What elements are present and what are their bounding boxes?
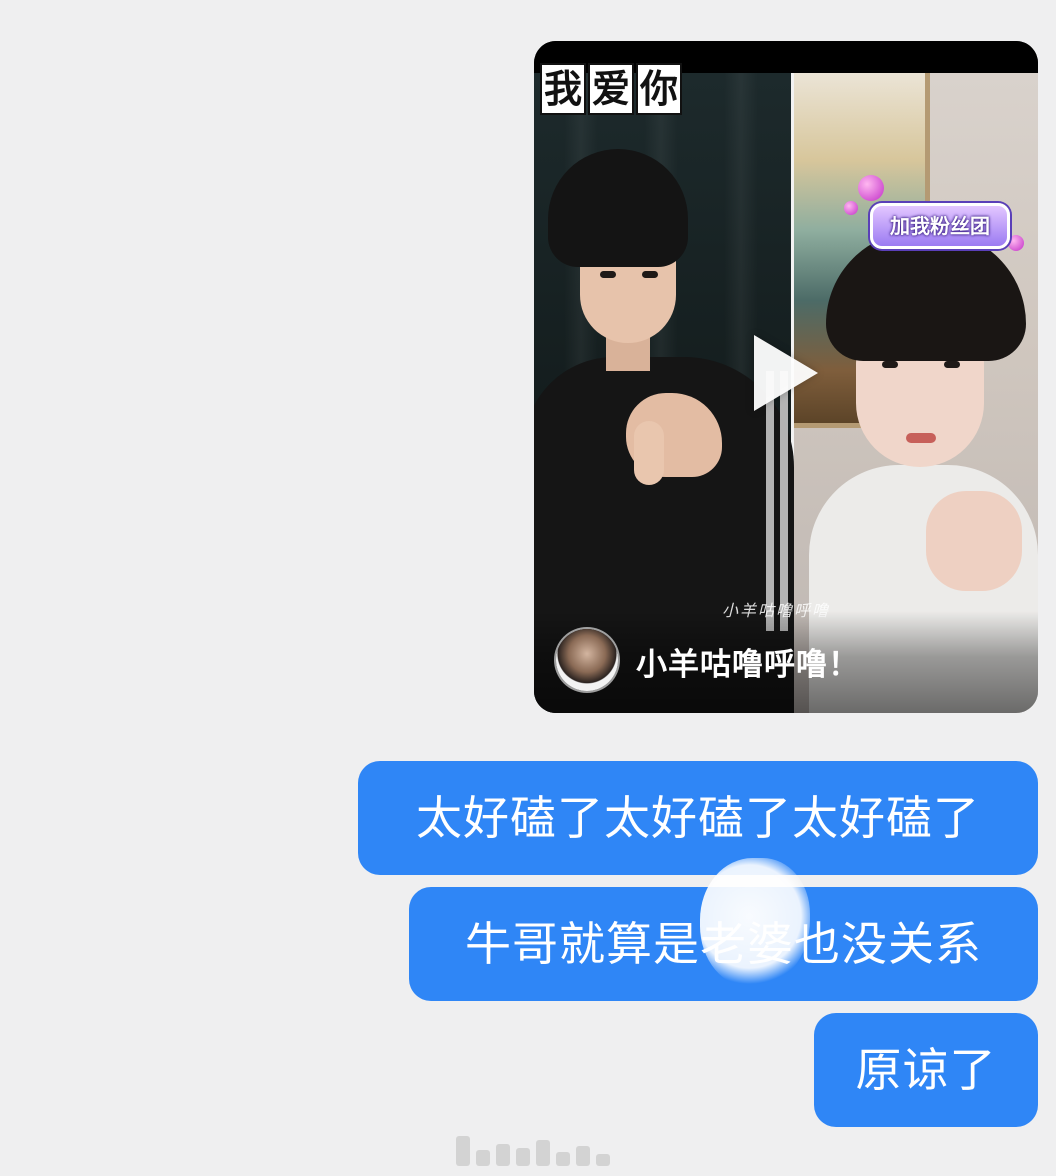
play-icon[interactable] [754, 335, 818, 411]
sticker-char: 爱 [588, 63, 634, 115]
video-caption: 小羊咕噜呼噜！ [636, 647, 860, 683]
sticker-char: 你 [636, 63, 682, 115]
sparkle-icon [844, 201, 858, 215]
fan-club-sticker: 加我粉丝团 [870, 203, 1010, 249]
right-person-hand [926, 491, 1022, 591]
sparkle-icon [1008, 235, 1024, 251]
home-indicator [456, 1136, 610, 1166]
shared-video-card[interactable]: 我 爱 你 加我粉丝团 小羊咕噜呼噜 小羊咕噜呼噜！ [534, 41, 1038, 713]
message-bubble[interactable]: 太好磕了太好磕了太好磕了 [358, 761, 1038, 875]
chat-conversation: 我 爱 你 加我粉丝团 小羊咕噜呼噜 小羊咕噜呼噜！ 太好磕了太好磕了太好磕了 … [0, 0, 1056, 1176]
sticker-char: 我 [540, 63, 586, 115]
sparkle-icon [858, 175, 884, 201]
love-text-sticker: 我 爱 你 [540, 63, 682, 115]
message-bubble[interactable]: 原谅了 [814, 1013, 1038, 1127]
avatar[interactable] [556, 629, 618, 691]
